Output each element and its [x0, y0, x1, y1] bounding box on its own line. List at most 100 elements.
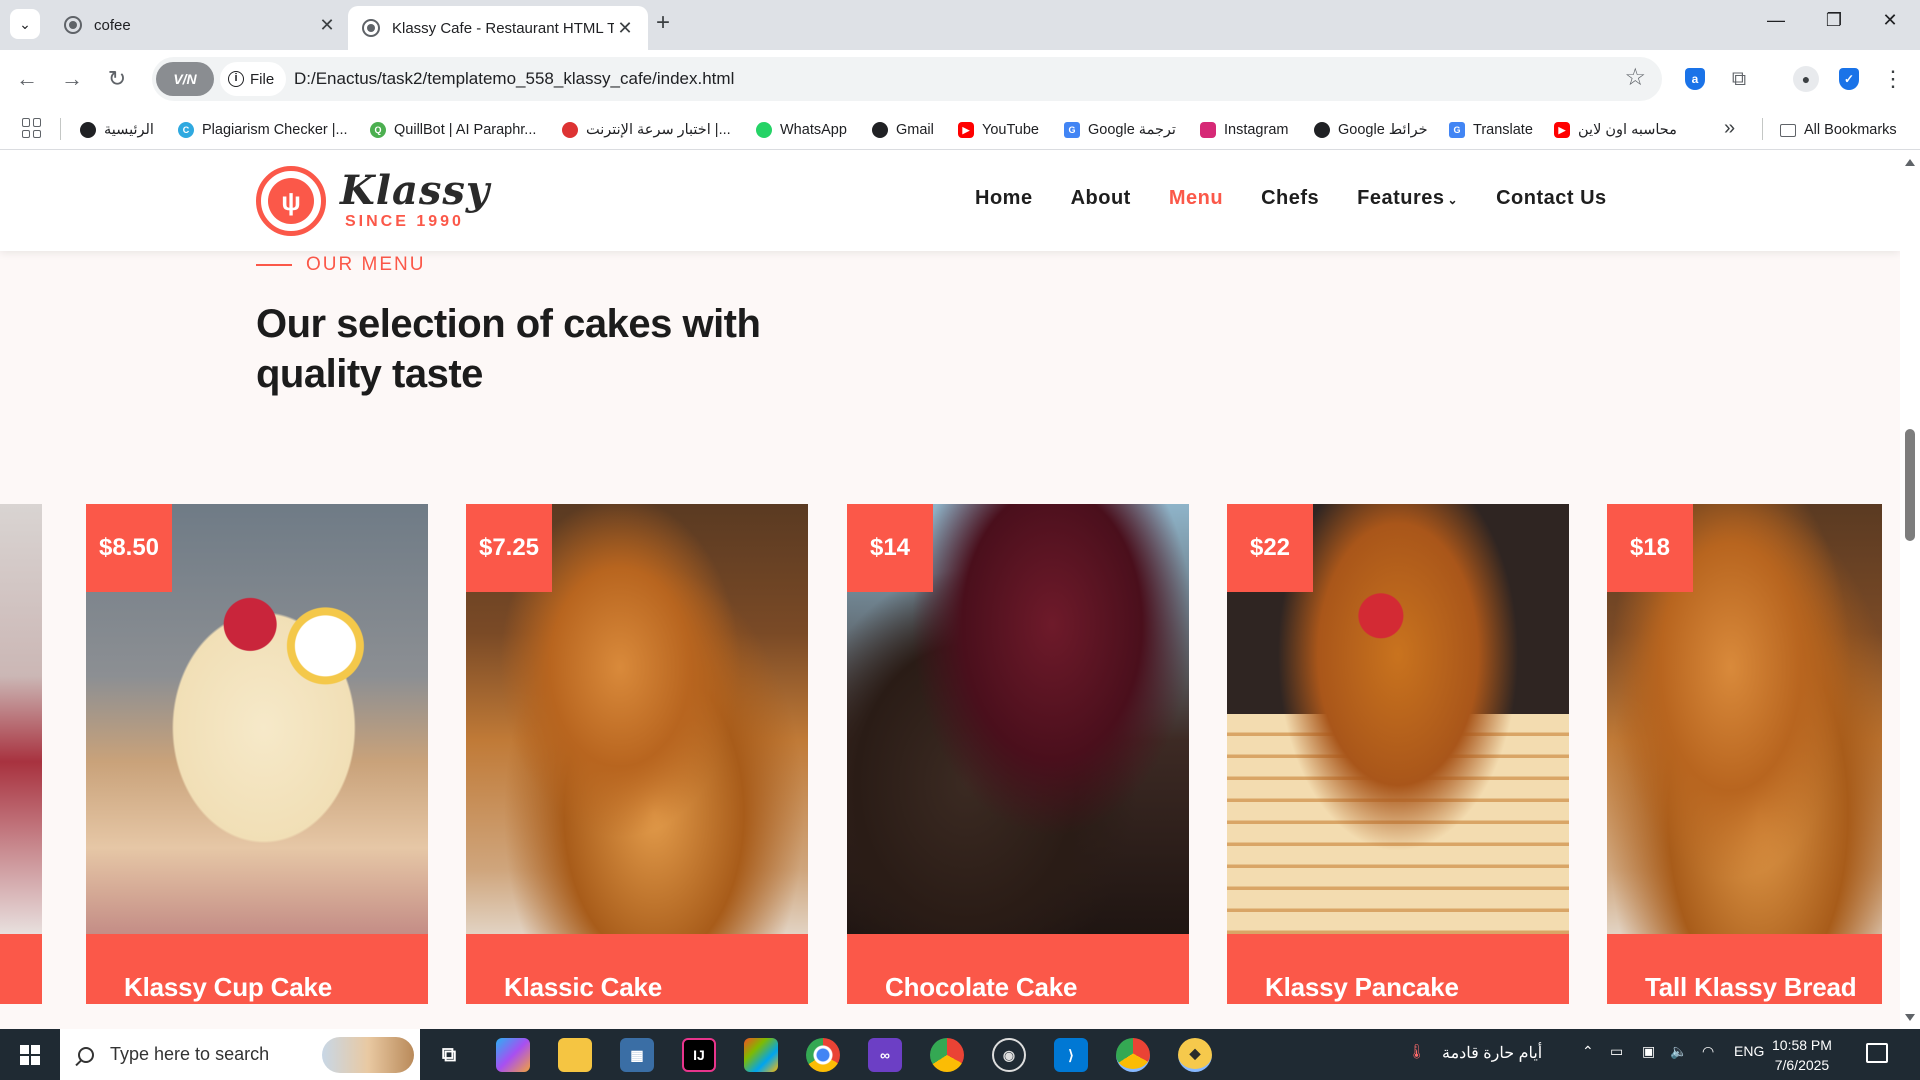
thermometer-icon[interactable]: 🌡 — [1408, 1043, 1426, 1060]
nav-features[interactable]: Features ⌄ — [1357, 187, 1458, 210]
copilot-icon[interactable] — [496, 1038, 530, 1072]
bookmark-accounting[interactable]: ▶ محاسبه اون لاين — [1554, 119, 1677, 141]
price-badge: $7.25 — [466, 504, 552, 592]
bookmark-gmail[interactable]: Gmail — [872, 119, 934, 141]
back-button[interactable]: ← — [11, 63, 43, 95]
bookmark-whatsapp[interactable]: WhatsApp — [756, 119, 847, 141]
close-icon[interactable]: ✕ — [614, 17, 636, 39]
clock[interactable]: 10:58 PM 7/6/2025 — [1772, 1035, 1832, 1075]
all-bookmarks-button[interactable]: All Bookmarks — [1780, 119, 1897, 141]
divider — [1762, 118, 1763, 140]
menu-button[interactable]: ⋮ — [1876, 62, 1910, 96]
site-info-chip[interactable]: i File — [220, 62, 287, 96]
nav-about[interactable]: About — [1071, 187, 1131, 210]
scroll-up-arrow-icon[interactable] — [1905, 159, 1915, 166]
search-icon — [78, 1046, 94, 1063]
chrome-profile-icon[interactable] — [806, 1038, 840, 1072]
extension-bitwarden[interactable]: a — [1678, 62, 1712, 96]
profile-button[interactable]: ● — [1789, 62, 1823, 96]
taskbar-search[interactable]: Type here to search — [60, 1029, 420, 1080]
menu-card[interactable]: $8.50 Klassy Cup Cake — [86, 504, 428, 1004]
chrome-active-icon[interactable] — [1116, 1038, 1150, 1072]
menu-card[interactable]: $18 Tall Klassy Bread — [1607, 504, 1882, 1004]
card-title-bar: Klassic Cake — [466, 934, 808, 1004]
nav-home[interactable]: Home — [975, 187, 1033, 210]
whatsapp-icon — [756, 122, 772, 138]
card-title-bar: Klassy Pancake — [1227, 934, 1569, 1004]
close-icon[interactable]: ✕ — [316, 14, 338, 36]
search-highlight-image — [322, 1037, 414, 1073]
bookmark-label: WhatsApp — [780, 122, 847, 138]
calculator-icon[interactable]: ▦ — [620, 1038, 654, 1072]
extensions-button[interactable]: ⧉ — [1722, 62, 1756, 96]
price-badge: $14 — [847, 504, 933, 592]
file-explorer-icon[interactable] — [558, 1038, 592, 1072]
arrow-left-icon: ← — [16, 66, 38, 91]
bookmark-speedtest[interactable]: اختبار سرعة الإنترنت |... — [562, 119, 731, 141]
bookmark-home[interactable]: الرئيسية — [80, 119, 154, 141]
url-text[interactable]: D:/Enactus/task2/templatemo_558_klassy_c… — [294, 69, 734, 89]
tab-search-button[interactable]: ⌄ — [10, 9, 40, 39]
nav-contact[interactable]: Contact Us — [1496, 187, 1607, 210]
bookmark-label: Google ترجمة — [1088, 122, 1176, 138]
nav-menu[interactable]: Menu — [1169, 187, 1223, 210]
price-badge: $8.50 — [86, 504, 172, 592]
vscode-icon[interactable]: ⟩ — [1054, 1038, 1088, 1072]
menu-carousel[interactable]: $8.50 Klassy Cup Cake $7.25 Klassic Cake… — [0, 504, 1900, 1004]
menu-card[interactable]: $22 Klassy Pancake — [1227, 504, 1569, 1004]
battery-icon[interactable]: ▭ — [1610, 1043, 1623, 1060]
logo[interactable]: ψ — [256, 166, 326, 236]
minimize-button[interactable]: — — [1756, 10, 1796, 38]
notification-icon[interactable] — [1866, 1043, 1888, 1063]
tab-cofee[interactable]: cofee ✕ — [50, 6, 350, 44]
bookmark-star-icon[interactable]: ☆ — [1624, 66, 1646, 90]
restore-button[interactable]: ❐ — [1814, 10, 1854, 38]
bookmark-label: الرئيسية — [104, 122, 154, 138]
bookmark-translate[interactable]: G Translate — [1449, 119, 1533, 141]
reload-button[interactable]: ↻ — [101, 63, 133, 95]
snipping-tool-icon[interactable] — [744, 1038, 778, 1072]
bookmark-plagiarism[interactable]: C Plagiarism Checker |... — [178, 119, 348, 141]
bookmark-instagram[interactable]: Instagram — [1200, 119, 1288, 141]
menu-card-partial[interactable] — [0, 504, 42, 1004]
speaker-icon[interactable]: 🔈 — [1670, 1043, 1687, 1060]
weather-text[interactable]: أيام حارة قادمة — [1442, 1043, 1542, 1063]
bookmark-quillbot[interactable]: Q QuillBot | AI Paraphr... — [370, 119, 536, 141]
windows-start-icon[interactable] — [20, 1045, 40, 1065]
bookmark-google-maps[interactable]: Google خرائط — [1314, 119, 1428, 141]
scroll-thumb[interactable] — [1905, 429, 1915, 541]
card-title: Klassy Cup Cake — [124, 972, 332, 1002]
browser-toolbar: ← → ↻ V/N i File D:/Enactus/task2/templa… — [0, 50, 1920, 108]
page-scrollbar[interactable] — [1900, 151, 1920, 1029]
forward-button[interactable]: → — [56, 63, 88, 95]
task-view-icon[interactable]: ⧉ — [432, 1038, 466, 1072]
extension-shield[interactable]: ✓ — [1832, 62, 1866, 96]
tab-klassy-cafe[interactable]: Klassy Cafe - Restaurant HTML Template ✕ — [348, 6, 648, 50]
intellij-icon[interactable]: IJ — [682, 1038, 716, 1072]
device-icon[interactable]: ▣ — [1642, 1043, 1655, 1060]
nav-chefs[interactable]: Chefs — [1261, 187, 1319, 210]
vpn-badge[interactable]: V/N — [156, 62, 214, 96]
obs-icon[interactable]: ◉ — [992, 1038, 1026, 1072]
section-eyebrow: OUR MENU — [256, 254, 425, 276]
bookmarks-overflow-button[interactable]: » — [1724, 117, 1735, 140]
apps-grid-icon[interactable] — [22, 118, 42, 138]
bookmark-google-translate-ar[interactable]: G Google ترجمة — [1064, 119, 1176, 141]
wifi-icon[interactable]: ◠ — [1702, 1043, 1714, 1060]
new-tab-button[interactable]: + — [650, 11, 676, 37]
bookmark-youtube[interactable]: ▶ YouTube — [958, 119, 1039, 141]
language-indicator[interactable]: ENG — [1734, 1043, 1764, 1059]
scroll-down-arrow-icon[interactable] — [1905, 1014, 1915, 1021]
visual-studio-icon[interactable]: ∞ — [868, 1038, 902, 1072]
chevron-up-icon[interactable]: ⌃ — [1582, 1043, 1594, 1060]
logo-name[interactable]: Klassy — [340, 167, 490, 214]
globe-icon — [1314, 122, 1330, 138]
vpn-app-icon[interactable]: ◆ — [1178, 1038, 1212, 1072]
menu-card[interactable]: $14 Chocolate Cake — [847, 504, 1189, 1004]
address-bar[interactable]: V/N i File D:/Enactus/task2/templatemo_5… — [152, 57, 1662, 101]
window-close-button[interactable]: ✕ — [1870, 10, 1910, 38]
chrome-icon[interactable] — [930, 1038, 964, 1072]
menu-card[interactable]: $7.25 Klassic Cake — [466, 504, 808, 1004]
card-title-bar: Chocolate Cake — [847, 934, 1189, 1004]
section-title: Our selection of cakes with quality tast… — [256, 302, 761, 396]
